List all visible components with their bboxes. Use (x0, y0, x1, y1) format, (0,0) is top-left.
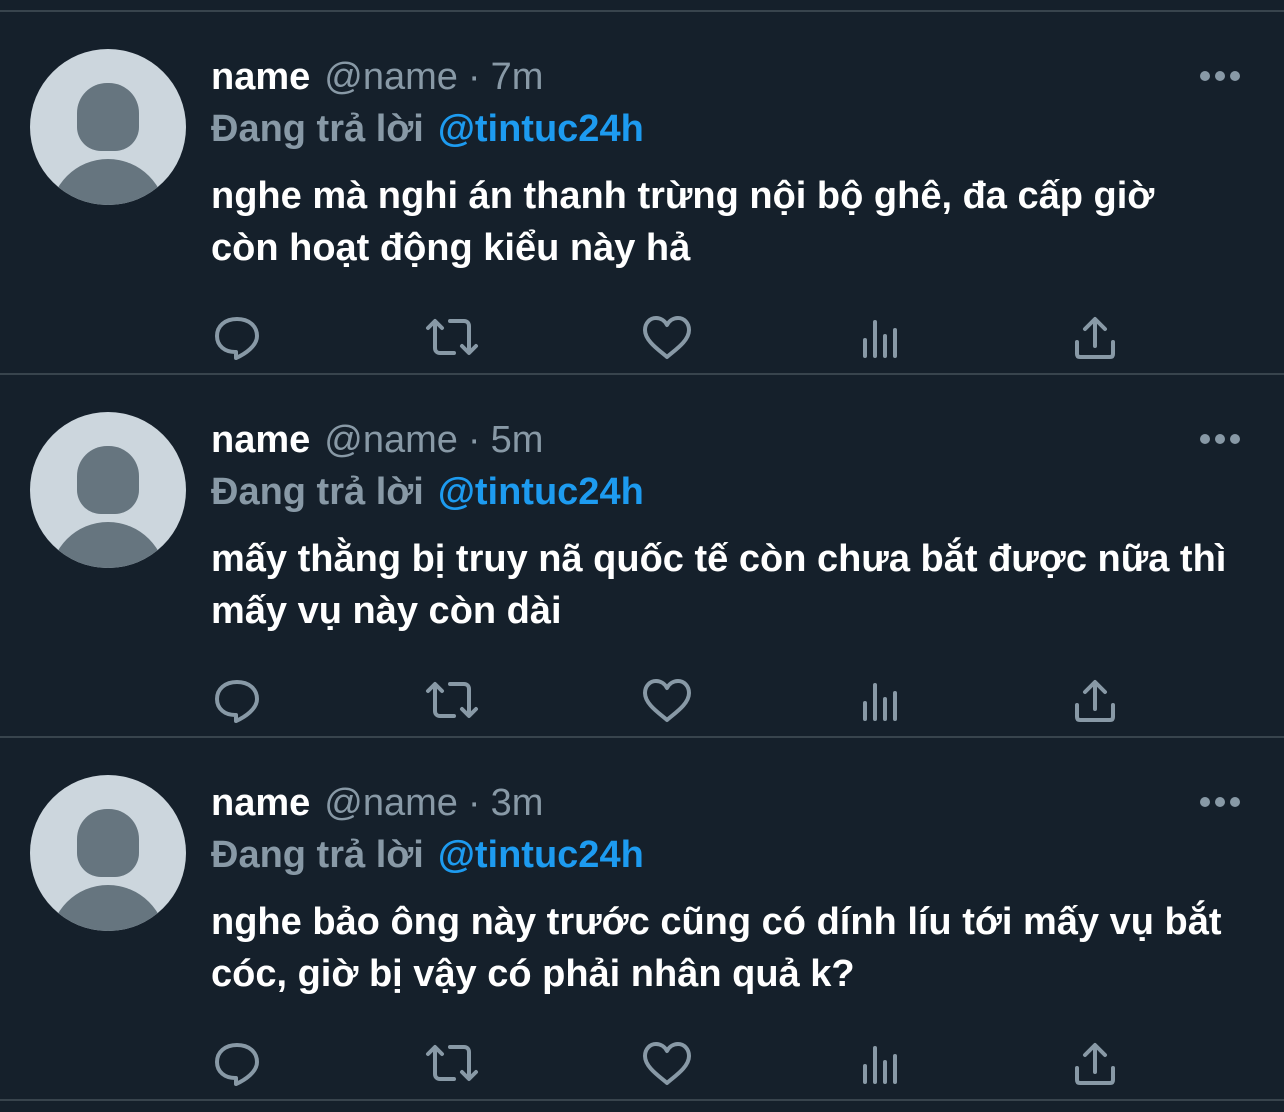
timestamp[interactable]: 3m (491, 778, 544, 828)
like-button[interactable] (639, 310, 695, 366)
tweet-item[interactable]: name @name · 7m Đang trả lời @tintuc24h n… (0, 12, 1284, 372)
analytics-button[interactable] (853, 310, 909, 366)
share-upload-icon (1075, 317, 1115, 359)
tweet-text: nghe mà nghi án thanh trừng nội bộ ghê, … (211, 175, 1155, 269)
heart-icon (643, 316, 691, 359)
analytics-bars-icon (863, 683, 897, 721)
retweet-icon (426, 1045, 478, 1081)
share-upload-icon (1075, 1043, 1115, 1085)
reply-bubble-icon (215, 317, 259, 360)
reply-button[interactable] (209, 310, 265, 366)
share-upload-icon (1075, 680, 1115, 722)
retweet-button[interactable] (424, 310, 480, 366)
tweet-item[interactable]: name @name · 5m Đang trả lời @tintuc24h m… (0, 375, 1284, 735)
tweet-actions (0, 673, 1284, 729)
tweet-header: name @name · 3m (211, 778, 543, 828)
reply-bubble-icon (215, 680, 259, 723)
avatar-body-shape (50, 159, 166, 205)
replying-to: Đang trả lời @tintuc24h (211, 830, 644, 880)
reply-bubble-icon (215, 1043, 259, 1086)
replying-to-mention[interactable]: @tintuc24h (438, 834, 644, 876)
reply-button[interactable] (209, 1036, 265, 1092)
user-handle[interactable]: @name (324, 415, 458, 465)
timestamp[interactable]: 5m (491, 415, 544, 465)
avatar[interactable] (30, 775, 186, 931)
separator-dot: · (467, 419, 481, 461)
user-handle[interactable]: @name (324, 52, 458, 102)
tweet-item[interactable]: name @name · 3m Đang trả lời @tintuc24h n… (0, 738, 1284, 1098)
avatar-body-shape (50, 885, 166, 931)
like-button[interactable] (639, 1036, 695, 1092)
separator-dot: · (467, 56, 481, 98)
more-horizontal-icon (1200, 71, 1240, 81)
display-name[interactable]: name (211, 52, 310, 102)
share-button[interactable] (1067, 310, 1123, 366)
retweet-icon (426, 682, 478, 718)
reply-button[interactable] (209, 673, 265, 729)
replying-to: Đang trả lời @tintuc24h (211, 467, 644, 517)
avatar-head-shape (77, 83, 139, 151)
display-name[interactable]: name (211, 415, 310, 465)
avatar-head-shape (77, 809, 139, 877)
replying-to-label: Đang trả lời (211, 108, 424, 150)
share-button[interactable] (1067, 1036, 1123, 1092)
replying-to: Đang trả lời @tintuc24h (211, 104, 644, 154)
replying-to-mention[interactable]: @tintuc24h (438, 471, 644, 513)
retweet-icon (426, 319, 478, 355)
analytics-bars-icon (863, 1046, 897, 1084)
tweet-text: nghe bảo ông này trước cũng có dính líu … (211, 901, 1222, 995)
tweet-actions (0, 1036, 1284, 1092)
avatar-head-shape (77, 446, 139, 514)
analytics-button[interactable] (853, 1036, 909, 1092)
avatar-body-shape (50, 522, 166, 568)
like-button[interactable] (639, 673, 695, 729)
share-button[interactable] (1067, 673, 1123, 729)
tweet-header: name @name · 7m (211, 52, 543, 102)
avatar[interactable] (30, 49, 186, 205)
replying-to-label: Đang trả lời (211, 471, 424, 513)
more-options-button[interactable] (1198, 64, 1242, 88)
divider (0, 1099, 1284, 1101)
tweet-actions (0, 310, 1284, 366)
heart-icon (643, 1042, 691, 1085)
replying-to-mention[interactable]: @tintuc24h (438, 108, 644, 150)
tweet-text: mấy thằng bị truy nã quốc tế còn chưa bắ… (211, 538, 1227, 632)
analytics-button[interactable] (853, 673, 909, 729)
more-options-button[interactable] (1198, 790, 1242, 814)
heart-icon (643, 679, 691, 722)
timestamp[interactable]: 7m (491, 52, 544, 102)
analytics-bars-icon (863, 320, 897, 358)
more-options-button[interactable] (1198, 427, 1242, 451)
retweet-button[interactable] (424, 673, 480, 729)
separator-dot: · (467, 782, 481, 824)
replying-to-label: Đang trả lời (211, 834, 424, 876)
more-horizontal-icon (1200, 434, 1240, 444)
user-handle[interactable]: @name (324, 778, 458, 828)
tweet-header: name @name · 5m (211, 415, 543, 465)
retweet-button[interactable] (424, 1036, 480, 1092)
more-horizontal-icon (1200, 797, 1240, 807)
avatar[interactable] (30, 412, 186, 568)
reply-feed: name @name · 7m Đang trả lời @tintuc24h n… (0, 0, 1284, 1112)
display-name[interactable]: name (211, 778, 310, 828)
